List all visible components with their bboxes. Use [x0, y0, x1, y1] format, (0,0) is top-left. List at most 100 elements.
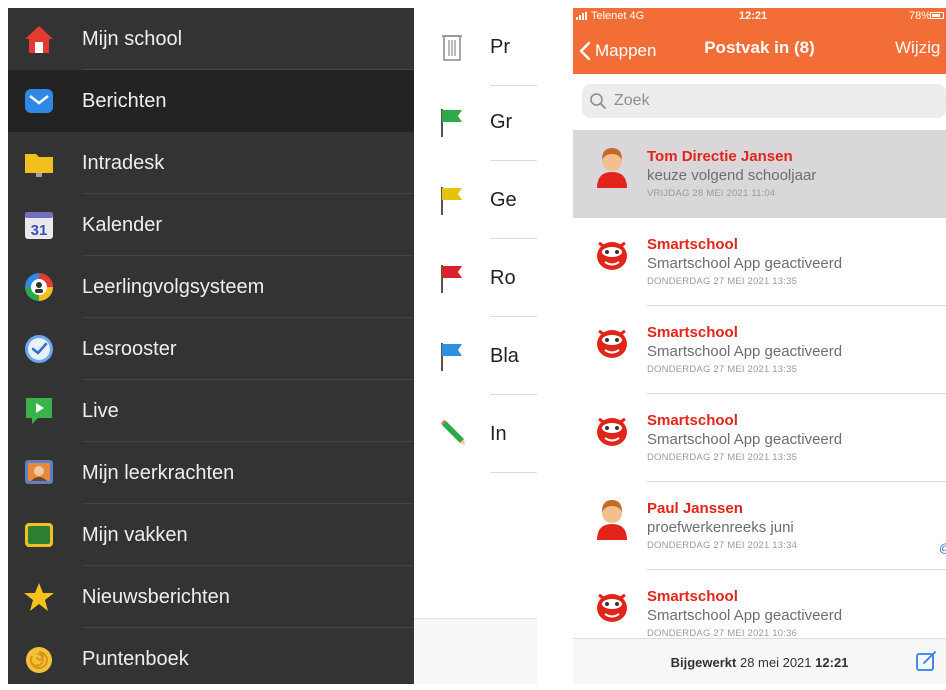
flag-item-red[interactable]: Ro — [414, 239, 537, 317]
message-sender: Tom Directie Jansen — [647, 148, 793, 165]
sidebar-item-nieuwsberichten[interactable]: Nieuwsberichten — [8, 566, 414, 628]
calendar-day-number: 31 — [31, 222, 48, 239]
sidebar-item-leerlingvolgsysteem[interactable]: Leerlingvolgsysteem — [8, 256, 414, 318]
message-row[interactable]: Tom Directie Jansen keuze volgend school… — [573, 130, 946, 218]
message-date: DONDERDAG 27 MEI 2021 13:35 — [647, 276, 798, 287]
pencil-icon — [441, 420, 465, 445]
student-tracking-icon — [25, 273, 53, 301]
red-flag-icon — [441, 265, 462, 293]
sidebar-item-mijn-leerkrachten[interactable]: Mijn leerkrachten — [8, 442, 414, 504]
message-sender: Smartschool — [647, 588, 738, 605]
flag-item-label: Bla — [490, 345, 519, 367]
person-avatar-icon — [597, 500, 627, 540]
status-time: 12:21 — [739, 10, 768, 22]
blue-flag-icon — [441, 343, 462, 371]
clock-icon — [25, 335, 53, 363]
sidebar: Mijn school Berichten Intradesk 31 Kalen… — [8, 8, 414, 684]
flag-item-green[interactable]: Gr — [414, 83, 537, 161]
updated-label: Bijgewerkt — [670, 655, 737, 670]
sidebar-item-label: Intradesk — [82, 152, 165, 174]
message-date: DONDERDAG 27 MEI 2021 13:34 — [647, 540, 798, 551]
message-subject: Smartschool App geactiveerd — [647, 343, 843, 360]
folder-flag-list: Pr Gr Ge Ro Bla In — [414, 8, 537, 684]
smartschool-mascot-icon — [597, 241, 627, 270]
sidebar-item-label: Nieuwsberichten — [82, 586, 230, 608]
message-subject: Smartschool App geactiveerd — [647, 607, 843, 624]
smartschool-mascot-icon — [597, 593, 627, 622]
message-subject: Smartschool App geactiveerd — [647, 431, 843, 448]
sidebar-item-label: Mijn leerkrachten — [82, 462, 235, 484]
search-icon — [590, 93, 606, 109]
message-sender: Smartschool — [647, 324, 738, 341]
flag-item-yellow[interactable]: Ge — [414, 161, 537, 239]
message-date: DONDERDAG 27 MEI 2021 13:35 — [647, 364, 798, 375]
person-avatar-icon — [597, 148, 627, 188]
navigation-header: Telenet 4G 12:21 78% Mappen Postvak in (… — [573, 8, 946, 74]
calendar-icon: 31 — [25, 212, 53, 239]
back-button[interactable]: Mappen — [579, 36, 656, 66]
search-input[interactable] — [582, 84, 946, 118]
sidebar-item-label: Mijn school — [82, 28, 183, 50]
sidebar-item-label: Puntenboek — [82, 648, 189, 670]
updated-date: 28 mei 2021 — [739, 655, 812, 670]
back-button-label: Mappen — [595, 41, 657, 60]
updated-time: 12:21 — [815, 655, 849, 670]
last-updated-status: Bijgewerkt 28 mei 2021 12:21 — [573, 655, 946, 670]
chalkboard-icon — [25, 523, 53, 547]
message-subject: keuze volgend schooljaar — [647, 167, 817, 184]
flag-item-trash[interactable]: Pr — [414, 8, 537, 86]
compose-icon[interactable] — [915, 650, 937, 672]
sidebar-item-puntenboek[interactable]: Puntenboek — [8, 628, 414, 690]
message-row[interactable]: Smartschool Smartschool App geactiveerd … — [573, 394, 946, 482]
sidebar-item-kalender[interactable]: 31 Kalender — [8, 194, 414, 256]
sidebar-item-live[interactable]: Live — [8, 380, 414, 442]
green-flag-icon — [441, 109, 462, 137]
bottom-toolbar: Bijgewerkt 28 mei 2021 12:21 — [573, 638, 946, 684]
message-row[interactable]: Smartschool Smartschool App geactiveerd … — [573, 218, 946, 306]
yellow-flag-icon — [441, 187, 462, 215]
sidebar-item-mijn-vakken[interactable]: Mijn vakken — [8, 504, 414, 566]
flag-item-blue[interactable]: Bla — [414, 317, 537, 395]
signal-icon — [576, 12, 587, 20]
flag-item-drafts[interactable]: In — [414, 395, 537, 473]
message-sender: Paul Janssen — [647, 500, 743, 517]
sidebar-item-label: Berichten — [82, 90, 167, 112]
sidebar-item-label: Live — [82, 400, 119, 422]
house-icon — [25, 26, 53, 53]
edit-button[interactable]: Wijzig — [895, 38, 940, 58]
search-bar — [573, 74, 946, 128]
battery-percent: 78% — [909, 10, 932, 22]
attachment-icon: @ — [939, 541, 946, 555]
message-row[interactable]: Smartschool Smartschool App geactiveerd … — [573, 306, 946, 394]
battery-icon — [930, 12, 944, 19]
message-date: DONDERDAG 27 MEI 2021 13:35 — [647, 452, 798, 463]
message-date: VRIJDAG 28 MEI 2021 11:04 — [647, 188, 776, 199]
sidebar-item-berichten[interactable]: Berichten — [8, 70, 414, 132]
message-subject: proefwerkenreeks juni — [647, 519, 794, 536]
carrier-label: Telenet 4G — [591, 10, 645, 22]
flag-item-label: Ge — [490, 189, 517, 211]
divider — [490, 472, 537, 473]
flag-item-label: Gr — [490, 111, 513, 133]
smartschool-mascot-icon — [597, 329, 627, 358]
trash-icon — [442, 35, 462, 61]
star-icon — [24, 583, 54, 611]
sidebar-item-intradesk[interactable]: Intradesk — [8, 132, 414, 194]
live-video-icon — [26, 398, 52, 424]
flag-item-label: In — [490, 423, 507, 445]
message-sender: Smartschool — [647, 236, 738, 253]
flag-item-label: Pr — [490, 36, 510, 58]
flag-item-label: Ro — [490, 267, 516, 289]
shell-icon — [26, 647, 52, 673]
sidebar-item-label: Kalender — [82, 214, 163, 236]
message-sender: Smartschool — [647, 412, 738, 429]
sidebar-item-mijn-school[interactable]: Mijn school — [8, 8, 414, 70]
folder-icon — [25, 154, 53, 177]
envelope-icon — [25, 89, 53, 113]
message-row[interactable]: Paul Janssen proefwerkenreeks juni DONDE… — [573, 482, 946, 570]
sidebar-item-label: Lesrooster — [82, 338, 177, 360]
sidebar-item-label: Mijn vakken — [82, 524, 188, 546]
chevron-left-icon — [579, 41, 591, 61]
phone-inbox: Telenet 4G 12:21 78% Mappen Postvak in (… — [573, 8, 946, 684]
sidebar-item-lesrooster[interactable]: Lesrooster — [8, 318, 414, 380]
